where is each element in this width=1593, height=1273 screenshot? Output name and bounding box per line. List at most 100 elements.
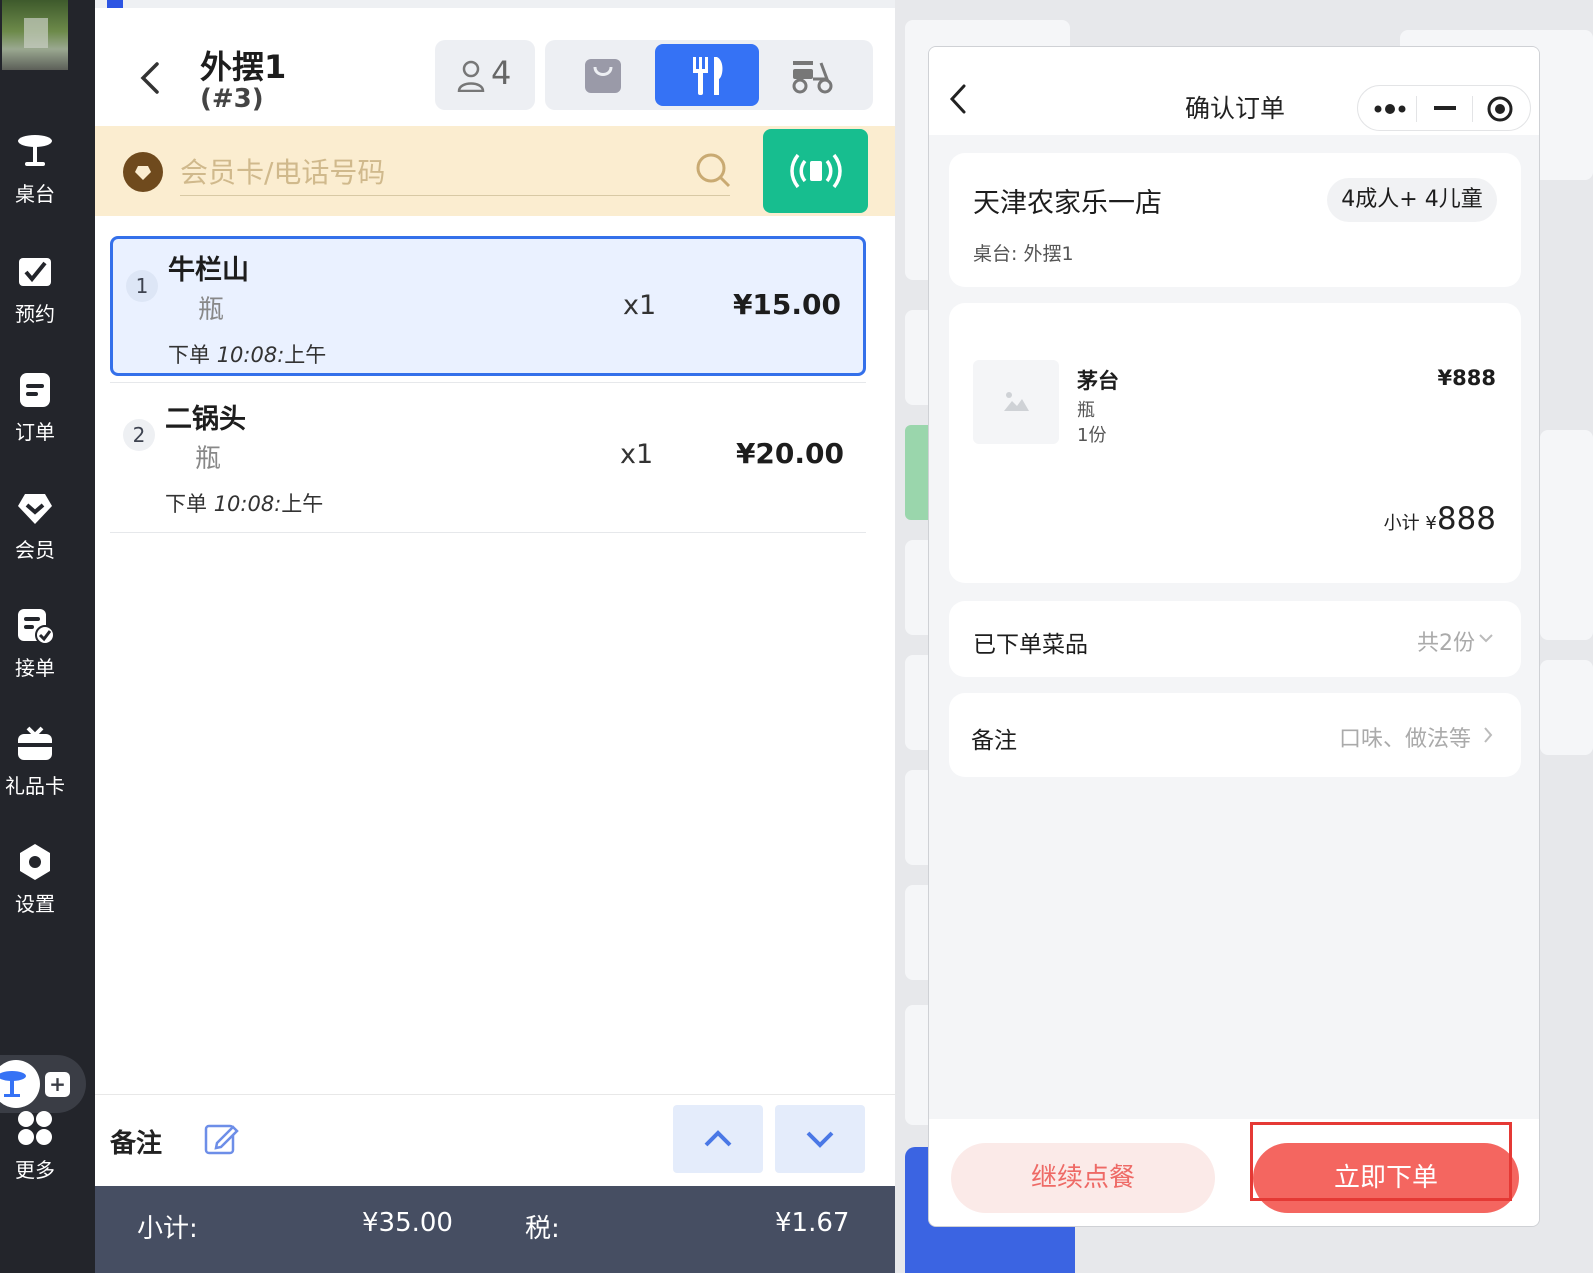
left-nav: 桌台 预约 订单 会员 接单 礼品卡 设置 + 更多 [0, 0, 95, 1273]
gift-card-icon [18, 726, 52, 760]
nav-item-order[interactable]: 订单 [0, 370, 70, 445]
nav-item-settings[interactable]: 设置 [0, 842, 70, 917]
mode-dine-in[interactable] [655, 44, 759, 106]
add-order-icon: + [45, 1072, 70, 1097]
accept-order-icon [18, 609, 55, 645]
note-label: 备注 [110, 1129, 163, 1159]
settings-icon [20, 844, 50, 880]
ordered-items-label: 已下单菜品 [973, 632, 1088, 658]
subtotal-value: ¥35.00 [362, 1208, 453, 1238]
item-price: ¥20.00 [735, 437, 844, 470]
member-icon [18, 494, 52, 524]
footer-divider [95, 1094, 895, 1095]
item-order-time: 下单 10:08:上午 [165, 492, 324, 516]
member-badge-icon [123, 152, 163, 192]
row-divider [110, 382, 866, 383]
dialog-header: 确认订单 [929, 47, 1539, 135]
capsule-separator [1416, 96, 1417, 122]
mode-delivery[interactable] [759, 44, 863, 106]
continue-ordering-button[interactable]: 继续点餐 [951, 1143, 1215, 1213]
person-icon [457, 60, 485, 92]
highlight-box [1250, 1122, 1512, 1201]
tax-value: ¥1.67 [775, 1208, 850, 1238]
chevron-right-icon [1484, 727, 1493, 743]
mode-takeout[interactable] [551, 44, 655, 106]
item-unit: 瓶 [195, 444, 222, 474]
remark-row[interactable]: 备注 口味、做法等 [949, 693, 1521, 777]
order-number: (#3) [200, 84, 264, 114]
chevron-up-icon [704, 1130, 732, 1147]
chevron-down-icon [1479, 634, 1493, 643]
nfc-icon [790, 153, 842, 189]
app-logo-icon [107, 0, 123, 8]
background-card [1540, 660, 1593, 755]
store-photo [2, 0, 68, 70]
search-icon[interactable] [695, 152, 733, 190]
item-unit: 瓶 [198, 295, 225, 325]
back-arrow-icon[interactable] [135, 58, 165, 98]
table-label: 桌台: 外摆1 [973, 243, 1074, 265]
table-title: 外摆1 [200, 48, 287, 86]
item-price: ¥15.00 [732, 288, 841, 321]
nav-item-accept-order[interactable]: 接单 [0, 606, 70, 681]
nav-item-more[interactable]: 更多 [0, 1108, 70, 1183]
product-name: 茅台 [1077, 369, 1119, 393]
fork-knife-icon [693, 57, 723, 95]
delivery-scooter-icon [792, 61, 833, 94]
service-mode-selector [545, 40, 873, 110]
guest-tag: 4成人+ 4儿童 [1327, 178, 1497, 222]
nfc-card-button[interactable] [763, 129, 868, 213]
more-dots-icon[interactable] [1374, 102, 1406, 116]
table-icon [18, 135, 52, 166]
reservation-icon [19, 258, 51, 286]
item-quantity: x1 [623, 290, 657, 321]
capsule-separator [1472, 96, 1473, 122]
ordered-items-row[interactable]: 已下单菜品 共2份 [949, 601, 1521, 677]
order-icon [20, 373, 50, 407]
nav-item-gift-card[interactable]: 礼品卡 [0, 724, 70, 799]
scroll-up-button[interactable] [673, 1105, 763, 1173]
guest-count-button[interactable]: 4 [435, 40, 535, 110]
store-name: 天津农家乐一店 [973, 188, 1162, 219]
item-name: 二锅头 [165, 404, 246, 435]
mini-program-capsule [1357, 85, 1531, 131]
order-item-row[interactable]: 2 二锅头 瓶 x1 ¥20.00 下单 10:08:上午 [110, 388, 866, 528]
edit-note-icon[interactable] [203, 1121, 239, 1157]
scroll-down-button[interactable] [775, 1105, 865, 1173]
image-placeholder-icon [1004, 392, 1029, 411]
chevron-down-icon [806, 1131, 834, 1148]
ordered-items-count: 共2份 [1417, 631, 1475, 656]
store-info-card: 天津农家乐一店 4成人+ 4儿童 桌台: 外摆1 [949, 153, 1521, 287]
table-mode-icon [0, 1060, 40, 1108]
item-name: 牛栏山 [168, 255, 249, 286]
confirm-order-dialog: 确认订单 天津农家乐一店 4成人+ 4儿童 桌台: 外摆1 茅台 瓶 1份 ¥8… [928, 46, 1540, 1227]
product-subtotal: 小计 ¥888 [1383, 501, 1496, 537]
nav-item-table[interactable]: 桌台 [0, 132, 70, 207]
item-quantity: x1 [620, 439, 654, 470]
item-order-time: 下单 10:08:上午 [168, 343, 327, 367]
product-unit: 瓶 [1077, 400, 1095, 421]
product-card: 茅台 瓶 1份 ¥888 小计 ¥888 [949, 303, 1521, 583]
order-item-row[interactable]: 1 牛栏山 瓶 x1 ¥15.00 下单 10:08:上午 [110, 236, 866, 376]
tax-label: 税: [525, 1214, 560, 1244]
remark-placeholder: 口味、做法等 [1338, 727, 1471, 752]
nav-item-reservation[interactable]: 预约 [0, 252, 70, 327]
close-target-icon[interactable] [1486, 95, 1514, 123]
member-search-input[interactable] [180, 150, 730, 196]
item-index: 1 [126, 270, 158, 302]
product-price: ¥888 [1437, 366, 1496, 390]
minimize-icon[interactable] [1434, 106, 1456, 112]
order-panel: 外摆1 (#3) 4 1 牛栏山 瓶 x1 ¥15.00 下单 10:08:上午 [95, 8, 895, 1273]
nav-item-member[interactable]: 会员 [0, 488, 70, 563]
product-image [973, 360, 1059, 444]
background-card [1540, 430, 1593, 640]
subtotal-label: 小计: [137, 1214, 198, 1244]
top-status-strip [95, 0, 1055, 8]
item-index: 2 [123, 419, 155, 451]
mode-toggle[interactable]: + [0, 1055, 86, 1113]
product-quantity: 1份 [1077, 425, 1107, 446]
remark-label: 备注 [971, 728, 1017, 754]
member-search-bar [95, 126, 895, 216]
subtotal-bar: 小计: ¥35.00 税: ¥1.67 [95, 1186, 895, 1273]
row-divider [110, 532, 866, 533]
